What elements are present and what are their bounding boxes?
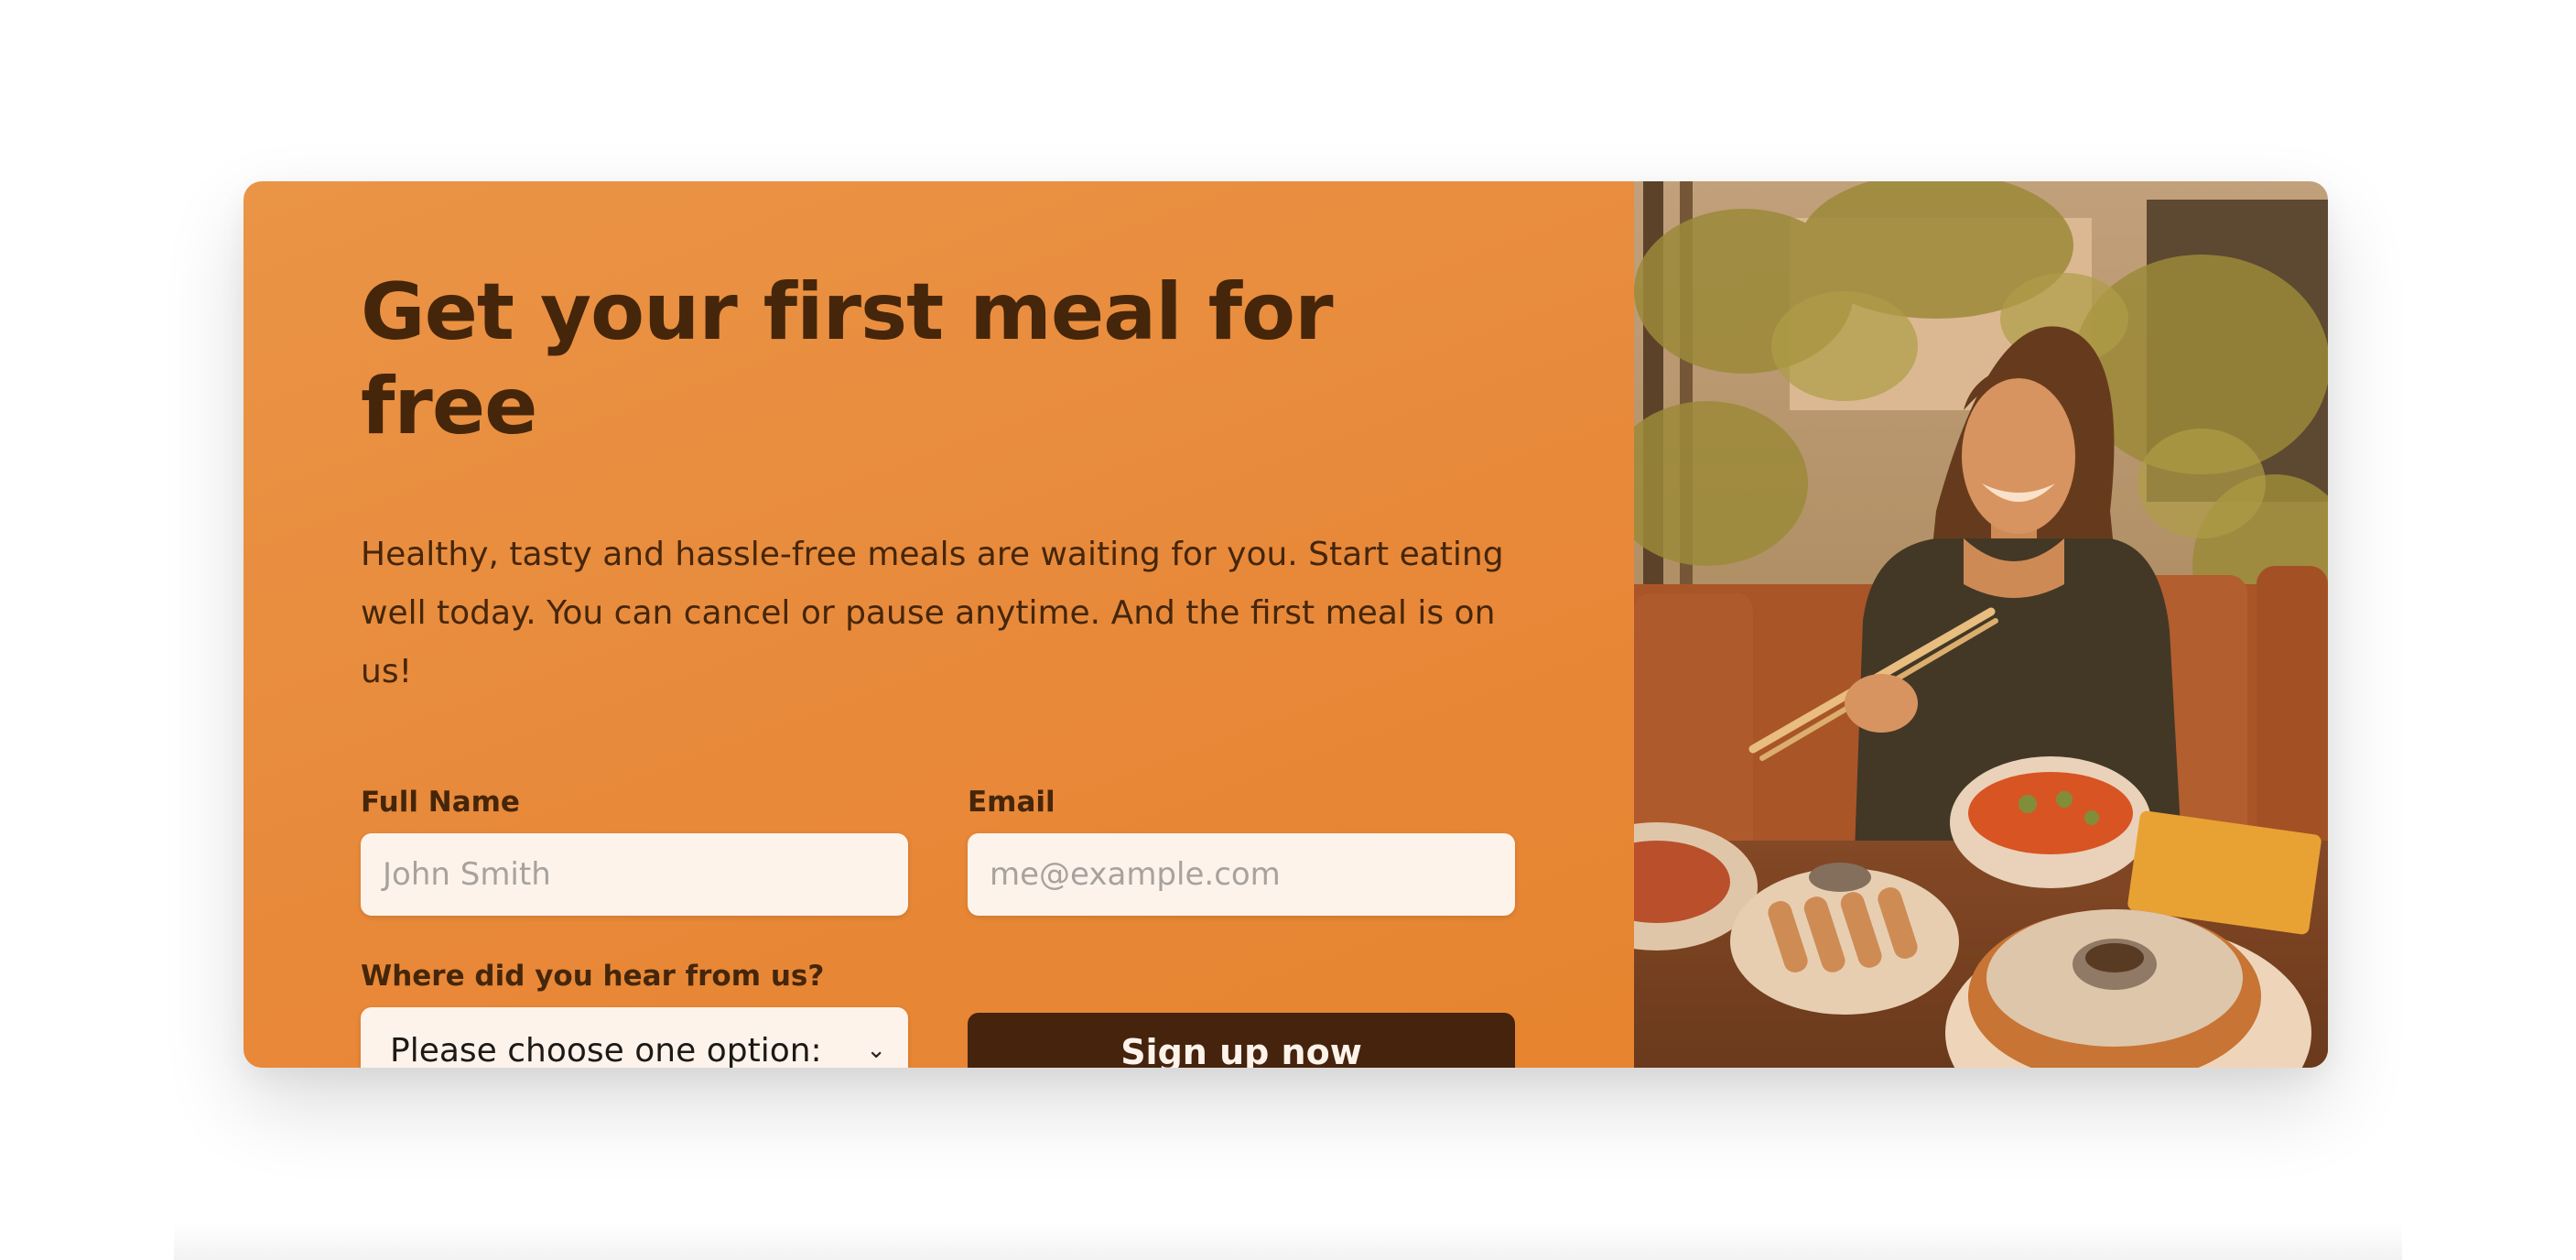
source-field: Where did you hear from us? Please choos… [361, 958, 908, 1068]
meal-photo [1634, 181, 2328, 1068]
signup-form: Full Name John Smith Email me@example.co… [361, 784, 1517, 1068]
next-section-edge [174, 1223, 2402, 1260]
full-name-field: Full Name John Smith [361, 784, 908, 917]
full-name-input[interactable]: John Smith [361, 833, 908, 917]
cta-title: Get your first meal for free [361, 266, 1334, 453]
email-label: Email [968, 786, 1055, 820]
cta-text-panel: Get your first meal for free Healthy, ta… [244, 181, 1634, 1068]
sign-up-button[interactable]: Sign up now [968, 1013, 1515, 1068]
email-field: Email me@example.com [968, 784, 1515, 917]
full-name-label: Full Name [361, 786, 520, 820]
source-select[interactable]: Please choose one option: ⌄ [361, 1007, 908, 1068]
source-label: Where did you hear from us? [361, 960, 825, 994]
source-select-value: Please choose one option: [390, 1031, 822, 1068]
email-input[interactable]: me@example.com [968, 833, 1515, 917]
meal-photo-illustration [1634, 181, 2328, 1068]
chevron-down-icon: ⌄ [866, 1037, 886, 1065]
cta-description: Healthy, tasty and hassle-free meals are… [361, 536, 1504, 691]
submit-wrap: Sign up now [968, 958, 1515, 1068]
cta-card: Get your first meal for free Healthy, ta… [244, 181, 2328, 1068]
